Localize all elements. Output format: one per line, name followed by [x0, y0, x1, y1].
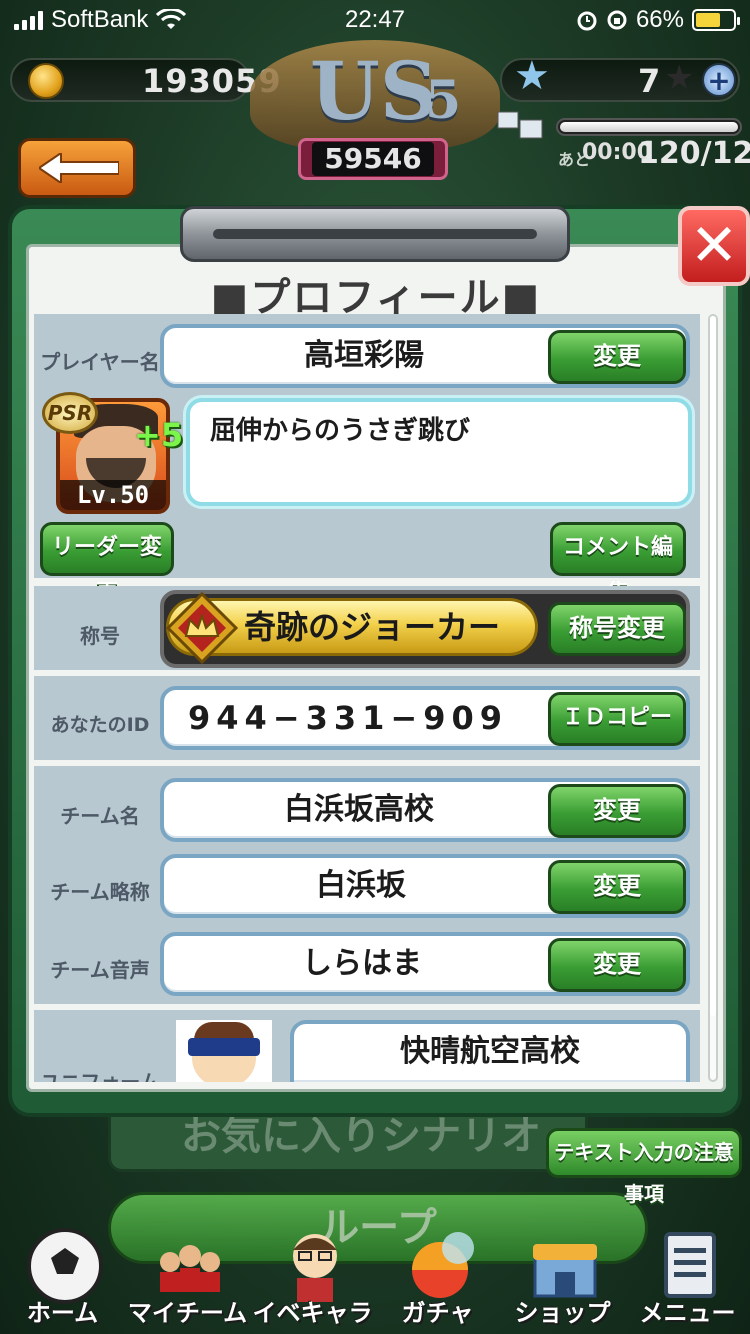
uniform-avatar[interactable]	[176, 1020, 272, 1082]
id-label: あなたのID	[50, 714, 150, 736]
star-outline-icon: ★	[664, 58, 695, 98]
nav-menu[interactable]: メニュー	[625, 1232, 750, 1334]
stamina-value: 120/120	[638, 136, 750, 171]
emblem-level: 5	[425, 70, 462, 131]
leader-change-button[interactable]: リーダー変更	[40, 522, 174, 606]
title-label: 称号	[80, 624, 120, 648]
uniform-field: 快晴航空高校	[290, 1020, 690, 1082]
team-name-change-button[interactable]: 変更	[548, 784, 686, 838]
team-name-label: チーム名	[60, 804, 140, 828]
nav-gacha-label: ガチャ	[401, 1299, 474, 1327]
nav-event-characters[interactable]: イベキャラ	[250, 1234, 375, 1334]
nav-shop[interactable]: ショップ	[500, 1244, 625, 1334]
battery-percent: 66%	[635, 6, 684, 33]
nav-shop-label: ショップ	[514, 1299, 611, 1327]
rotation-lock-icon	[607, 10, 627, 30]
leader-plus-value: +5	[134, 416, 184, 454]
coin-icon	[28, 63, 64, 99]
alarm-icon	[577, 11, 597, 31]
clipboard-clip	[180, 206, 570, 262]
status-right: 66%	[576, 6, 740, 34]
add-stars-button[interactable]: +	[702, 63, 736, 97]
id-copy-button[interactable]: ＩＤコピー	[548, 692, 686, 746]
nav-gacha[interactable]: ガチャ	[375, 1232, 500, 1334]
psr-badge: PSR	[42, 392, 98, 434]
nav-menu-label: メニュー	[639, 1299, 736, 1327]
team-abbr-label: チーム略称	[50, 880, 150, 904]
nav-home[interactable]: ホーム	[0, 1228, 125, 1334]
nav-home-label: ホーム	[26, 1299, 99, 1327]
stamina-fill	[560, 122, 738, 132]
emblem-letters: US	[310, 44, 438, 138]
text-input-notice-button[interactable]: テキスト入力の注意事項	[546, 1128, 742, 1206]
stamina-bar	[556, 118, 742, 136]
uniform-label: ユニフォーム	[40, 1070, 160, 1082]
avatar-headband	[188, 1038, 260, 1056]
player-name-label: プレイヤー名	[40, 350, 160, 374]
nav-my-team-label: マイチーム	[127, 1299, 248, 1327]
scrollbar-thumb[interactable]	[710, 316, 716, 1016]
clip-slot	[213, 229, 537, 239]
comment-field: 屈伸からのうさぎ跳び	[186, 398, 692, 506]
battery-icon	[692, 9, 740, 31]
nav-my-team[interactable]: マイチーム	[125, 1245, 250, 1334]
crown-badge-icon	[166, 592, 238, 664]
stamina-icon	[497, 111, 543, 139]
nav-event-characters-label: イベキャラ	[252, 1299, 373, 1327]
team-abbr-change-button[interactable]: 変更	[548, 860, 686, 914]
leader-level: Lv.50	[60, 480, 166, 510]
player-name-change-button[interactable]: 変更	[548, 330, 686, 384]
star-icon: ★	[514, 53, 550, 99]
star-amount: 7	[638, 62, 662, 100]
team-voice-label: チーム音声	[50, 958, 150, 982]
team-voice-change-button[interactable]: 変更	[548, 938, 686, 992]
rank-emblem: US 5 59546	[250, 30, 500, 180]
title-change-button[interactable]: 称号変更	[548, 602, 686, 656]
rank-points: 59546	[312, 142, 434, 176]
arrow-left-icon	[39, 153, 119, 183]
comment-edit-button[interactable]: コメント編集	[550, 522, 686, 606]
bottom-nav: ホーム マイチーム イベキャラ ガチャ ショップ メニュー	[0, 1228, 750, 1334]
back-button[interactable]	[18, 138, 136, 198]
